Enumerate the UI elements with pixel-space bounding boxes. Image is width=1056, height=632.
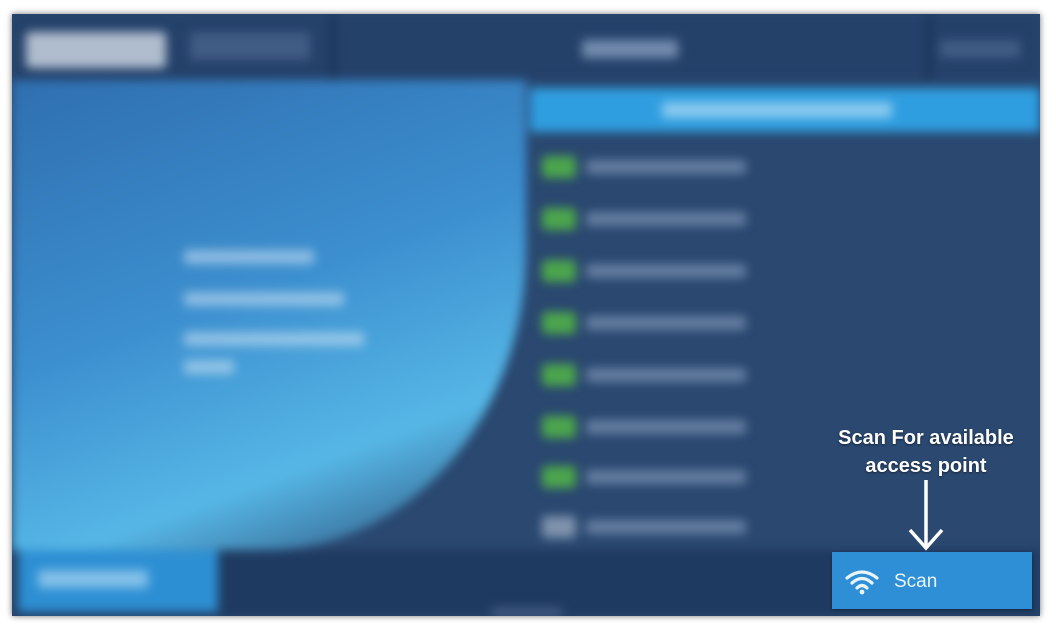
- network-list-item[interactable]: [542, 412, 762, 442]
- network-list-item[interactable]: [542, 462, 762, 492]
- signal-icon: [542, 208, 576, 230]
- annotation-text-line1: Scan For available: [838, 427, 1014, 449]
- network-name: [586, 420, 746, 434]
- hero-text-line: [184, 250, 314, 264]
- signal-icon: [542, 364, 576, 386]
- signal-icon: [542, 466, 576, 488]
- signal-icon: [542, 416, 576, 438]
- header-divider: [330, 14, 336, 80]
- network-name: [586, 212, 746, 226]
- annotation-text-line2: access point: [865, 455, 987, 477]
- network-list-title: [662, 102, 892, 118]
- network-list-item[interactable]: [542, 152, 762, 182]
- hero-text-line: [184, 332, 364, 346]
- network-name: [586, 160, 746, 174]
- signal-icon: [542, 260, 576, 282]
- header-bar: [12, 14, 1040, 80]
- page-title: [582, 40, 678, 58]
- bottom-indicator: [492, 608, 562, 616]
- brand-logo: [26, 32, 166, 68]
- hero-text-line: [184, 360, 234, 374]
- wifi-icon: [845, 570, 879, 595]
- signal-icon: [542, 516, 576, 538]
- network-list-item[interactable]: [542, 308, 762, 338]
- annotation-callout: Scan For available access point: [820, 424, 1032, 480]
- scan-button[interactable]: Scan: [832, 552, 1032, 609]
- blurred-background: [12, 14, 1040, 616]
- network-list-item[interactable]: [542, 256, 762, 286]
- signal-icon: [542, 156, 576, 178]
- back-button-label: [38, 570, 148, 588]
- network-name: [586, 520, 746, 534]
- network-list-item[interactable]: [542, 360, 762, 390]
- network-name: [586, 368, 746, 382]
- signal-icon: [542, 312, 576, 334]
- down-arrow-icon: [908, 480, 944, 551]
- network-list-item[interactable]: [542, 204, 762, 234]
- network-name: [586, 316, 746, 330]
- hero-text-line: [184, 292, 344, 306]
- network-name: [586, 470, 746, 484]
- hero-panel: [12, 80, 526, 550]
- app-window: [12, 14, 1040, 616]
- network-name: [586, 264, 746, 278]
- network-list-item[interactable]: [542, 512, 762, 542]
- scan-button-label: Scan: [894, 571, 938, 592]
- header-action[interactable]: [940, 40, 1020, 58]
- header-divider: [926, 14, 932, 80]
- brand-subtitle: [190, 32, 310, 60]
